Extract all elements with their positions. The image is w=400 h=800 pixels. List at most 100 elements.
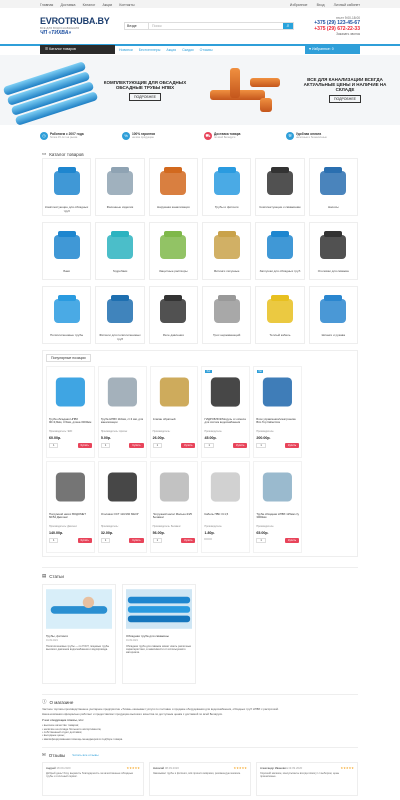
product-name[interactable]: Кабель ПВС 3×1,5 <box>204 513 247 523</box>
catalog-item[interactable]: Полиэтиленовые трубы <box>42 286 92 344</box>
catalog-item[interactable]: Комплектующие к скважинам <box>255 158 305 216</box>
catalog-item[interactable]: Теплый кабель <box>255 286 305 344</box>
top-link[interactable]: Акции <box>102 3 112 7</box>
buy-button[interactable]: Купить <box>284 538 300 543</box>
product-card[interactable]: Труба обсадная НПВХ 125мм с/у 3000мм Прои… <box>253 461 303 553</box>
product-card[interactable]: Погружной насос Малыш-3/25 Беламос Произв… <box>149 461 199 553</box>
catalog-item-name[interactable]: Фитинги латунные <box>214 269 240 277</box>
quantity-stepper[interactable]: 1 <box>204 443 214 448</box>
catalog-item-name[interactable]: Шланги и рукава <box>322 333 345 341</box>
catalog-item[interactable]: Оголовки для скважин <box>308 222 358 280</box>
article-card[interactable]: Обсадная труба для скважины 01.09.2021 О… <box>122 584 196 684</box>
search-input[interactable]: Поиск <box>149 23 283 29</box>
logo[interactable]: EVROTRUBA.BY ВСЕ ДЛЯ ВОДОСНАБЖЕНИЯ ЧП «Т… <box>40 16 110 36</box>
quantity-stepper[interactable] <box>204 538 213 540</box>
product-name[interactable]: Погружной насос Малыш-3/25 Беламос <box>153 513 196 523</box>
catalog-item-name[interactable]: Трубы и фитинги <box>215 205 239 213</box>
product-name[interactable]: Блок управления/электроника Brio Top Ita… <box>256 418 299 428</box>
quantity-stepper[interactable]: 1 <box>256 443 266 448</box>
product-name[interactable]: Труба обсадная НПВХ 90×3,8мм, 3-5мм, дли… <box>49 418 92 428</box>
product-card[interactable]: Хит ГИДРОБЛОК/Модуль от осмоса для систем… <box>201 366 251 458</box>
catalog-item-name[interactable]: Фитинги для полиэтиленовых труб <box>98 333 141 341</box>
article-name[interactable]: Трубы, фитинги <box>46 634 112 638</box>
catalog-item[interactable]: Фитинги латунные <box>201 222 252 280</box>
product-card[interactable]: Труба обсадная НПВХ 90×3,8мм, 3-5мм, дли… <box>46 366 95 458</box>
catalog-item-name[interactable]: Реле давления <box>163 333 184 341</box>
banner-left[interactable]: КОМПЛЕКТУЮЩИЕ ДЛЯ ОБСАДНЫХ ОБСАДНЫЕ ТРУБ… <box>0 55 200 125</box>
buy-button[interactable]: Купить <box>77 538 92 543</box>
quantity-stepper[interactable]: 1 <box>152 538 163 543</box>
catalog-item[interactable]: Фитинги для полиэтиленовых труб <box>95 286 145 344</box>
catalog-item[interactable]: Фасонные изделия <box>95 158 145 216</box>
catalog-item-name[interactable]: Комплектующие для обсадных труб <box>45 205 88 213</box>
product-card[interactable]: Хит Блок управления/электроника Brio Top … <box>253 366 303 458</box>
catalog-item-name[interactable]: Оголовки для скважин <box>318 269 349 277</box>
article-card[interactable]: Трубы, фитинги 01.09.2021 Полиэтиленовые… <box>42 584 116 684</box>
tab-popular[interactable]: Популярные позиции <box>46 354 91 362</box>
catalog-item-name[interactable]: Заглушки для обсадных труб <box>260 269 301 277</box>
favorites-button[interactable]: ♥ Избранное: 0 <box>305 45 360 54</box>
catalog-item[interactable]: Насосы <box>308 158 358 216</box>
catalog-item[interactable]: Комплектующие для обсадных труб <box>42 158 92 216</box>
product-name[interactable]: Оголовок ОСТ 110/160 МНОГ <box>101 513 144 523</box>
buy-button[interactable]: Купить <box>129 443 144 448</box>
catalog-item-name[interactable]: Гидробаки <box>113 269 128 277</box>
catalog-item-name[interactable]: Насосы <box>328 205 339 213</box>
catalog-item-name[interactable]: Комплектующие к скважинам <box>260 205 301 213</box>
banner-right[interactable]: ВСЕ ДЛЯ КАНАЛИЗАЦИИ ВСЕГДА АКТУАЛЬНЫЕ ЦЕ… <box>200 55 400 125</box>
nav-item[interactable]: Новинки <box>119 48 133 52</box>
buy-button[interactable]: Купить <box>284 443 300 448</box>
product-name[interactable]: Труба обсадная НПВХ 125мм с/у 3000мм <box>256 513 299 523</box>
catalog-item[interactable]: Заглушки для обсадных труб <box>255 222 305 280</box>
account-link[interactable]: Личный кабинет <box>334 3 360 7</box>
catalog-item[interactable]: Шланги и рукава <box>308 286 358 344</box>
search-icon[interactable]: ⌕ <box>283 23 293 29</box>
catalog-item[interactable]: Трубы и фитинги <box>201 158 252 216</box>
quantity-stepper[interactable]: 1 <box>49 538 59 543</box>
quantity-stepper[interactable]: 1 <box>256 538 266 543</box>
top-link[interactable]: Каталог <box>83 3 96 7</box>
banner-left-button[interactable]: ПОДРОБНЕЕ <box>128 92 161 101</box>
catalog-item[interactable]: Баки <box>42 222 92 280</box>
quantity-stepper[interactable]: 1 <box>152 443 163 448</box>
login-link[interactable]: Вход <box>317 3 325 7</box>
catalog-item-name[interactable]: Фасонные изделия <box>107 205 133 213</box>
product-card[interactable]: Клапан обратный Производитель: 26.00р. 1 Ку… <box>149 366 199 458</box>
product-card[interactable]: Труба НПВХ 110мм, ст.3 мм, для канализац… <box>97 366 147 458</box>
top-link[interactable]: Контакты <box>119 3 134 7</box>
catalog-item[interactable]: Наружная канализация <box>148 158 198 216</box>
top-link[interactable]: Главная <box>40 3 53 7</box>
catalog-item-name[interactable]: Полиэтиленовые трубы <box>50 333 83 341</box>
buy-button[interactable]: Купить <box>233 443 248 448</box>
catalog-menu-button[interactable]: ☰ Каталог товаров <box>40 45 115 54</box>
article-name[interactable]: Обсадная труба для скважины <box>126 634 192 638</box>
buy-button[interactable]: Купить <box>181 538 196 543</box>
product-name[interactable]: Клапан обратный <box>153 418 196 428</box>
catalog-item-name[interactable]: Трос нержавеющий <box>213 333 240 341</box>
product-name[interactable]: ГИДРОБЛОК/Модуль от осмоса для систем во… <box>204 418 247 428</box>
quantity-stepper[interactable]: 1 <box>100 443 111 448</box>
search-scope-select[interactable]: Везде <box>125 23 149 29</box>
top-link[interactable]: Доставка <box>60 3 75 7</box>
product-name[interactable]: Погружной насос ВОДОМЕТ 60/52 Джилекс <box>49 513 92 523</box>
catalog-item[interactable]: Реле давления <box>148 286 198 344</box>
catalog-item-name[interactable]: Теплый кабель <box>269 333 290 341</box>
catalog-item-name[interactable]: Наружная канализация <box>157 205 190 213</box>
quantity-stepper[interactable]: 1 <box>49 443 59 448</box>
nav-item[interactable]: Отзывы <box>200 48 213 52</box>
catalog-item[interactable]: Трос нержавеющий <box>201 286 252 344</box>
catalog-item[interactable]: Защитные растворы <box>148 222 198 280</box>
banner-right-button[interactable]: ПОДРОБНЕЕ <box>328 95 361 103</box>
product-card[interactable]: Оголовок ОСТ 110/160 МНОГ Производитель: … <box>97 461 147 553</box>
all-reviews-link[interactable]: Читать все отзывы <box>72 753 98 757</box>
product-name[interactable]: Труба НПВХ 110мм, ст.3 мм, для канализац… <box>101 418 144 428</box>
catalog-item-name[interactable]: Защитные растворы <box>159 269 188 277</box>
product-card[interactable]: Погружной насос ВОДОМЕТ 60/52 Джилекс Про… <box>46 461 95 553</box>
quantity-stepper[interactable]: 1 <box>100 538 111 543</box>
buy-button[interactable]: Купить <box>77 443 92 448</box>
nav-item[interactable]: Скидки <box>182 48 194 52</box>
product-card[interactable]: Кабель ПВС 3×1,5 Производитель: 1.80р. <box>201 461 251 553</box>
catalog-item-name[interactable]: Баки <box>63 269 70 277</box>
nav-item[interactable]: Бестселлеры <box>139 48 161 52</box>
buy-button[interactable]: Купить <box>181 443 196 448</box>
